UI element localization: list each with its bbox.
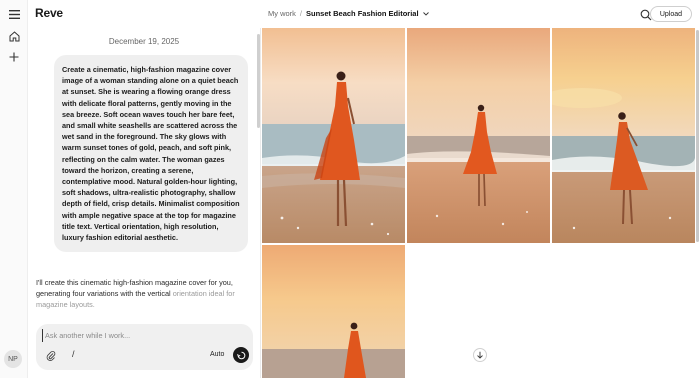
beach-photo-2 — [407, 28, 550, 243]
app-logo[interactable]: Reve — [35, 6, 63, 20]
breadcrumb: My work / Sunset Beach Fashion Editorial — [268, 9, 429, 18]
beach-photo-3 — [552, 28, 695, 243]
menu-icon[interactable] — [6, 6, 22, 22]
assistant-reply: I'll create this cinematic high-fashion … — [36, 277, 246, 311]
arrow-down-icon[interactable] — [473, 348, 487, 362]
avatar[interactable]: NP — [4, 350, 22, 368]
generated-image-3[interactable] — [552, 28, 695, 243]
send-icon[interactable] — [233, 347, 249, 363]
image-gallery — [260, 28, 700, 378]
breadcrumb-separator: / — [299, 9, 303, 18]
gallery-scrollbar[interactable] — [696, 30, 699, 242]
home-icon[interactable] — [6, 28, 22, 44]
mode-selector[interactable]: Auto — [210, 351, 224, 358]
prompt-input[interactable] — [42, 329, 242, 342]
slash-command-button[interactable]: / — [72, 349, 75, 359]
generated-image-2[interactable] — [407, 28, 550, 243]
beach-photo-1 — [262, 28, 405, 243]
top-bar: Reve My work / Sunset Beach Fashion Edit… — [28, 0, 700, 28]
beach-photo-4 — [262, 245, 405, 378]
left-rail: NP — [0, 0, 28, 378]
breadcrumb-root[interactable]: My work — [268, 9, 296, 18]
composer: / Auto — [36, 324, 253, 370]
project-title[interactable]: Sunset Beach Fashion Editorial — [306, 9, 419, 18]
generated-image-4[interactable] — [262, 245, 405, 378]
paperclip-icon[interactable] — [45, 349, 57, 361]
upload-button[interactable]: Upload — [649, 6, 692, 22]
chat-panel: December 19, 2025 Create a cinematic, hi… — [28, 28, 260, 378]
chat-date: December 19, 2025 — [108, 37, 180, 46]
generated-image-1[interactable] — [262, 28, 405, 243]
plus-icon[interactable] — [6, 49, 22, 65]
user-prompt-bubble: Create a cinematic, high-fashion magazin… — [54, 55, 248, 253]
chevron-down-icon[interactable] — [422, 9, 429, 18]
